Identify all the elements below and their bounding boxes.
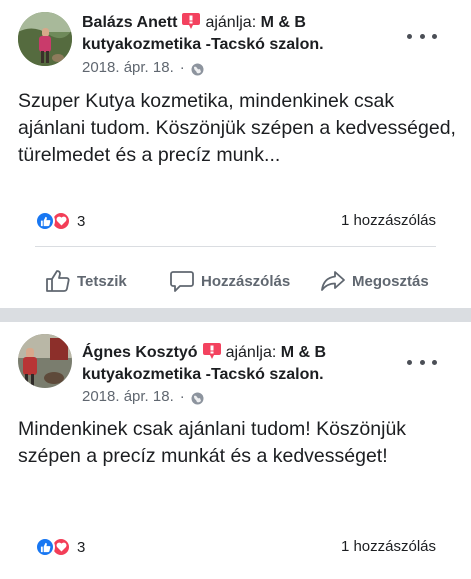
page-name-continued[interactable]: kutyakozmetika -Tacskó szalon. [82,366,324,383]
share-icon [321,271,345,291]
review-post: Balázs Anett ajánlja: M & B kutyakozmetik… [0,0,471,308]
like-button[interactable]: Tetszik [45,266,127,296]
avatar[interactable] [18,12,72,66]
meta-separator: · [179,388,185,405]
post-actions: Tetszik Hozzászólás Megosztás [0,266,471,296]
post-header: Balázs Anett ajánlja: M & B kutyakozmetik… [82,12,382,56]
recommends-label: ajánlja: [205,14,257,31]
thumbs-up-icon [46,270,70,292]
reaction-count: 3 [77,538,86,556]
globe-icon [191,391,204,404]
more-options-icon[interactable] [407,357,437,367]
like-reaction-icon [35,211,55,231]
like-reaction-icon [35,537,55,557]
reactions-summary[interactable]: 3 [35,211,85,231]
review-text: Mindenkinek csak ajánlani tudom! Köszönj… [18,418,407,467]
feed-separator [0,308,471,322]
page-name[interactable]: M & B [281,344,326,361]
share-label: Megosztás [352,272,429,290]
divider [35,246,436,247]
author-name[interactable]: Ágnes Kosztyó [82,344,198,361]
post-date[interactable]: 2018. ápr. 18. [82,387,174,407]
avatar[interactable] [18,334,72,388]
post-header: Ágnes Kosztyó ajánlja: M & B kutyakozmeti… [82,342,382,386]
comment-button[interactable]: Hozzászólás [169,266,290,296]
reaction-count: 3 [77,212,86,230]
comments-count[interactable]: 1 hozzászólás [341,212,436,229]
meta-separator: · [179,59,185,76]
comment-icon [170,271,194,292]
post-meta: 2018. ápr. 18. · [82,387,204,407]
recommends-label: ajánlja: [225,344,277,361]
post-date[interactable]: 2018. ápr. 18. [82,58,174,78]
globe-icon [191,62,204,75]
page-name-continued[interactable]: kutyakozmetika -Tacskó szalon. [82,36,324,53]
recommend-badge-icon [181,12,201,30]
comment-label: Hozzászólás [201,272,291,290]
review-text: Szuper Kutya kozmetika, mindenkinek csak… [18,90,456,166]
author-name[interactable]: Balázs Anett [82,14,177,31]
reactions-summary[interactable]: 3 [35,537,85,557]
comments-count[interactable]: 1 hozzászólás [341,538,436,555]
recommend-badge-icon [202,342,222,360]
review-post: Ágnes Kosztyó ajánlja: M & B kutyakozmeti… [0,322,471,579]
like-label: Tetszik [77,272,127,290]
page-name[interactable]: M & B [261,14,306,31]
more-options-icon[interactable] [407,31,437,41]
share-button[interactable]: Megosztás [320,266,429,296]
post-meta: 2018. ápr. 18. · [82,58,204,78]
